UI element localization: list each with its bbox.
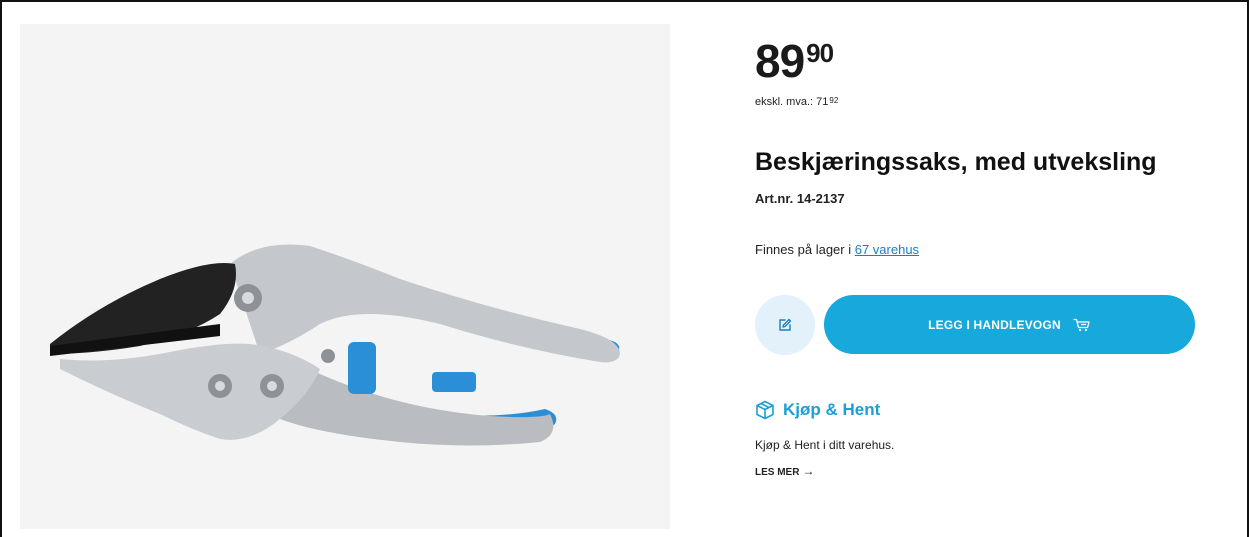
product-title: Beskjæringssaks, med utveksling [755,148,1157,176]
article-number: Art.nr. 14-2137 [755,191,845,206]
ex-vat-cents: 92 [829,96,839,105]
edit-icon [779,318,792,331]
pruning-shears-illustration [50,244,620,446]
arrow-right-icon: → [802,464,815,478]
kjop-hent-description: Kjøp & Hent i ditt varehus. [755,438,895,452]
kjop-hent-heading: Kjøp & Hent [755,400,880,420]
kjop-hent-title: Kjøp & Hent [783,400,881,419]
add-to-cart-label: LEGG I HANDLEVOGN [928,317,1061,332]
read-more-label: LES MER [755,467,800,478]
stock-stores-link[interactable]: 67 varehus [855,242,919,257]
price-cents: 90 [806,38,834,68]
read-more-link[interactable]: LES MER → [755,464,814,478]
price: 8990 [755,35,834,87]
ex-vat-price: ekskl. mva.: 7192 [755,96,838,108]
product-image[interactable] [20,24,670,529]
add-to-cart-button[interactable]: LEGG I HANDLEVOGN [824,295,1195,354]
ex-vat-label: ekskl. mva.: [755,96,814,108]
ex-vat-main: 71 [816,96,829,108]
box-icon [756,400,774,420]
price-main: 89 [755,35,805,87]
edit-button[interactable] [755,295,815,355]
cart-icon [1073,318,1090,331]
stock-prefix: Finnes på lager i [755,242,855,257]
stock-status: Finnes på lager i 67 varehus [755,242,919,257]
